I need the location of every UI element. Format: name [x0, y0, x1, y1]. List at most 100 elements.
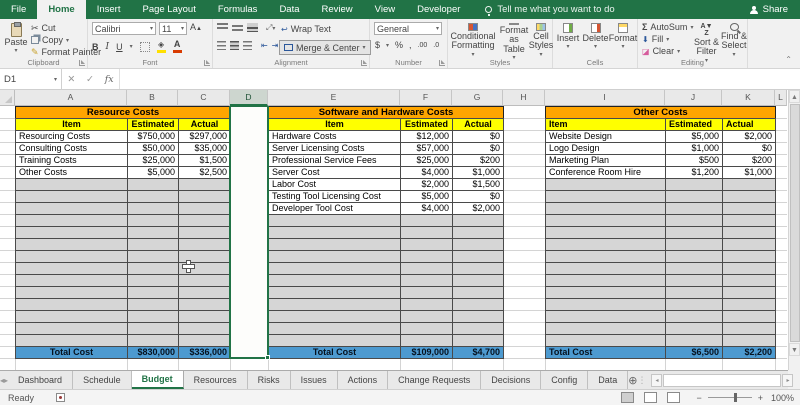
underline-button[interactable]: U — [116, 42, 123, 52]
zoom-slider-thumb[interactable] — [734, 393, 737, 402]
collapse-ribbon-button[interactable]: ⌃ — [785, 55, 792, 64]
cell-t1-total-estimated[interactable]: $109,000 — [400, 346, 453, 359]
cell-t0-total-actual[interactable]: $336,000 — [178, 346, 231, 359]
sheet-tab-data[interactable]: Data — [588, 371, 628, 389]
wrap-text-button[interactable]: ↩ Wrap Text — [281, 23, 331, 35]
sheet-tab-dashboard[interactable]: Dashboard — [8, 371, 73, 389]
page-layout-view-icon[interactable] — [644, 392, 657, 403]
ribbon-tab-developer[interactable]: Developer — [406, 0, 471, 19]
column-header-E[interactable]: E — [268, 90, 400, 106]
sheet-tab-change-requests[interactable]: Change Requests — [388, 371, 481, 389]
font-size-combo[interactable]: 11▾ — [159, 22, 187, 35]
column-header-L[interactable]: L — [775, 90, 787, 106]
align-left-icon[interactable] — [217, 41, 226, 50]
cell-t1-total-actual[interactable]: $4,700 — [452, 346, 504, 359]
clipboard-dialog-launcher[interactable] — [79, 60, 85, 66]
comma-style-button[interactable]: , — [409, 40, 412, 50]
column-header-H[interactable]: H — [503, 90, 545, 106]
zoom-slider[interactable] — [708, 397, 752, 398]
align-right-icon[interactable] — [243, 41, 252, 50]
sheet-tab-resources[interactable]: Resources — [184, 371, 248, 389]
clear-button[interactable]: ◪Clear▾ — [642, 45, 693, 57]
merge-center-button[interactable]: Merge & Center ▾ — [279, 40, 371, 55]
zoom-out-icon[interactable]: − — [696, 393, 701, 403]
bold-button[interactable]: B — [92, 42, 99, 52]
horizontal-scroll-thumb[interactable] — [663, 374, 781, 387]
column-header-C[interactable]: C — [178, 90, 230, 106]
page-break-view-icon[interactable] — [667, 392, 680, 403]
selected-column-D[interactable] — [229, 106, 269, 359]
align-middle-icon[interactable] — [232, 23, 243, 32]
ribbon-tab-formulas[interactable]: Formulas — [207, 0, 269, 19]
increase-indent-icon[interactable]: ⇥ — [272, 41, 279, 50]
vertical-scroll-thumb[interactable] — [790, 104, 800, 342]
ribbon-tab-home[interactable]: Home — [37, 0, 85, 19]
sort-filter-button[interactable]: A▼Z Sort & Filter▾ — [693, 20, 720, 58]
borders-icon[interactable] — [140, 42, 150, 52]
increase-decimal-button[interactable]: .00 — [418, 42, 428, 49]
decrease-decimal-button[interactable]: .0 — [433, 42, 439, 49]
confirm-entry-icon[interactable]: ✓ — [86, 74, 94, 85]
new-sheet-button[interactable]: ⊕ — [628, 371, 637, 389]
format-as-table-button[interactable]: Format as Table▾ — [498, 20, 530, 58]
scroll-down-icon[interactable]: ▼ — [789, 343, 800, 356]
insert-cells-button[interactable]: Insert▾ — [555, 20, 581, 58]
cell-styles-button[interactable]: Cell Styles▾ — [530, 20, 552, 58]
number-format-combo[interactable]: General▾ — [374, 22, 442, 35]
tell-me-box[interactable]: Tell me what you want to do — [485, 0, 614, 19]
paste-button[interactable]: Paste ▾ — [3, 20, 29, 58]
cell-t1-total-label[interactable]: Total Cost — [268, 346, 401, 359]
scroll-up-icon[interactable]: ▲ — [789, 90, 800, 103]
accounting-format-button[interactable]: $ — [375, 40, 380, 50]
column-header-F[interactable]: F — [400, 90, 452, 106]
name-box[interactable]: D1 ▾ — [0, 69, 62, 89]
alignment-dialog-launcher[interactable] — [361, 60, 367, 66]
decrease-indent-icon[interactable]: ⇤ — [261, 41, 268, 50]
sheet-tab-issues[interactable]: Issues — [291, 371, 338, 389]
italic-button[interactable]: I — [106, 42, 110, 52]
formula-input[interactable] — [120, 69, 800, 89]
select-all-corner[interactable] — [0, 90, 15, 106]
zoom-in-icon[interactable]: + — [758, 393, 763, 403]
cancel-entry-icon[interactable]: ✕ — [67, 74, 75, 85]
ribbon-tab-page-layout[interactable]: Page Layout — [131, 0, 206, 19]
percent-style-button[interactable]: % — [395, 40, 403, 50]
sheet-tab-budget[interactable]: Budget — [132, 371, 184, 389]
sheet-tab-config[interactable]: Config — [541, 371, 588, 389]
delete-cells-button[interactable]: Delete▾ — [582, 20, 609, 58]
cell-t2-total-estimated[interactable]: $6,500 — [665, 346, 723, 359]
column-header-D[interactable]: D — [230, 90, 268, 106]
find-select-button[interactable]: Find & Select▾ — [721, 20, 747, 58]
scroll-right-icon[interactable]: ▸ — [782, 374, 793, 387]
vertical-scrollbar[interactable]: ▲ ▼ — [788, 90, 800, 370]
cell-t0-total-label[interactable]: Total Cost — [15, 346, 128, 359]
column-header-B[interactable]: B — [127, 90, 178, 106]
normal-view-icon[interactable] — [621, 392, 634, 403]
share-button[interactable]: Share — [738, 0, 800, 19]
cell-t2-total-actual[interactable]: $2,200 — [722, 346, 776, 359]
ribbon-tab-data[interactable]: Data — [268, 0, 310, 19]
column-header-A[interactable]: A — [15, 90, 127, 106]
grow-font-button[interactable]: A▲ — [190, 22, 202, 32]
cell-t0-total-estimated[interactable]: $830,000 — [127, 346, 179, 359]
font-dialog-launcher[interactable] — [204, 60, 210, 66]
fill-button[interactable]: ⬇Fill▾ — [642, 33, 693, 45]
sheet-tab-risks[interactable]: Risks — [248, 371, 291, 389]
column-header-I[interactable]: I — [545, 90, 665, 106]
conditional-formatting-button[interactable]: Conditional Formatting▾ — [449, 20, 497, 58]
sheet-tab-decisions[interactable]: Decisions — [481, 371, 541, 389]
sheet-tab-schedule[interactable]: Schedule — [73, 371, 132, 389]
record-macro-icon[interactable] — [56, 393, 65, 402]
format-cells-button[interactable]: Format▾ — [610, 20, 636, 58]
ribbon-tab-file[interactable]: File — [0, 0, 37, 19]
number-dialog-launcher[interactable] — [439, 60, 445, 66]
ribbon-tab-view[interactable]: View — [364, 0, 406, 19]
horizontal-scrollbar[interactable]: ⋮ ◂ ▸ — [637, 371, 795, 389]
column-header-K[interactable]: K — [722, 90, 775, 106]
fill-color-button[interactable]: ◈ — [157, 41, 166, 53]
font-name-combo[interactable]: Calibri▾ — [92, 22, 156, 35]
autosum-button[interactable]: ΣAutoSum▾ — [642, 21, 693, 33]
ribbon-tab-review[interactable]: Review — [311, 0, 364, 19]
scroll-left-icon[interactable]: ◂ — [651, 374, 662, 387]
sheet-tab-actions[interactable]: Actions — [338, 371, 389, 389]
